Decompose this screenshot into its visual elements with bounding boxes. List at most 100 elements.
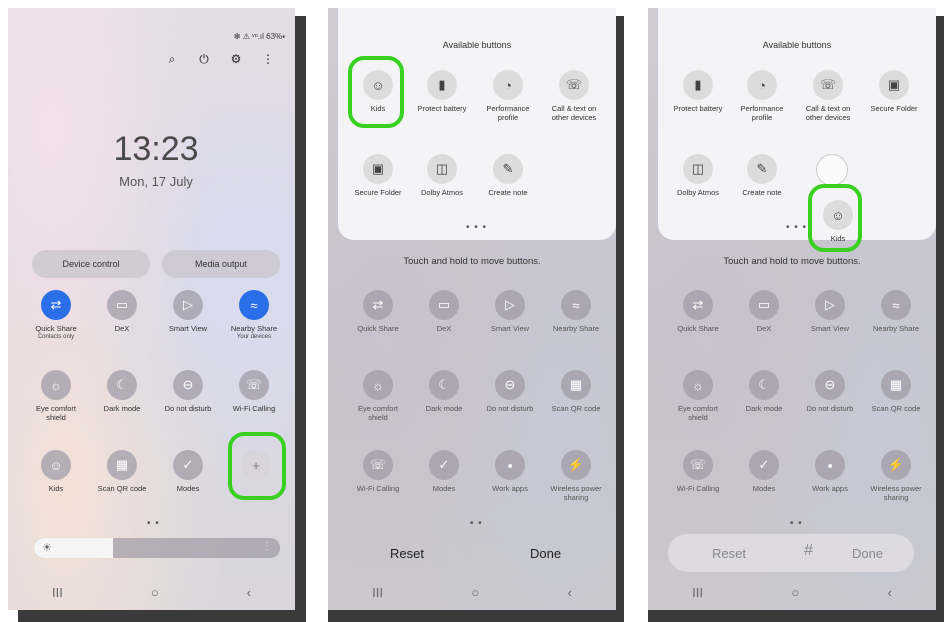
- tile-label: DeX: [114, 324, 130, 333]
- tile-label: Call & text on other devices: [805, 104, 851, 122]
- tile-quick-share[interactable]: ⇄ Quick Share Contacts only: [26, 290, 86, 341]
- tile-dex[interactable]: ▭ DeX: [734, 290, 794, 333]
- dnd-icon: ⊖: [815, 370, 845, 400]
- eye-comfort-icon: ☼: [363, 370, 393, 400]
- tile-wireless-power-sharing[interactable]: ⚡ Wireless power sharing: [866, 450, 926, 502]
- tile-do-not-disturb[interactable]: ⊖ Do not disturb: [800, 370, 860, 413]
- tile-wi-fi-calling[interactable]: ☏ Wi-Fi Calling: [224, 370, 284, 413]
- tile-dolby-atmos[interactable]: ◫ Dolby Atmos: [412, 154, 472, 197]
- tile-modes[interactable]: ✓ Modes: [158, 450, 218, 493]
- tile-quick-share[interactable]: ⇄ Quick Share: [668, 290, 728, 333]
- device-control-button[interactable]: Device control: [32, 250, 150, 278]
- tile-protect-battery[interactable]: ▮ Protect battery: [412, 70, 472, 113]
- tile-nearby-share[interactable]: ≈ Nearby Share: [546, 290, 606, 333]
- recents-button[interactable]: III: [692, 585, 703, 600]
- tile-kids[interactable]: ☺ Kids: [26, 450, 86, 493]
- tile-eye-comfort-shield[interactable]: ☼ Eye comfort shield: [26, 370, 86, 422]
- tile-dex[interactable]: ▭ DeX: [414, 290, 474, 333]
- tile-call-text-on-other-devices[interactable]: ☏ Call & text on other devices: [544, 70, 604, 122]
- tile-scan-qr-code[interactable]: ▦ Scan QR code: [92, 450, 152, 493]
- tile-label: DeX: [436, 324, 452, 333]
- tile-dolby-atmos[interactable]: ◫ Dolby Atmos: [668, 154, 728, 197]
- tile-smart-view[interactable]: ▷ Smart View: [800, 290, 860, 333]
- tile-wi-fi-calling[interactable]: ☏ Wi-Fi Calling: [348, 450, 408, 493]
- tile-eye-comfort-shield[interactable]: ☼ Eye comfort shield: [348, 370, 408, 422]
- tile-scan-qr-code[interactable]: ▦ Scan QR code: [546, 370, 606, 413]
- home-button[interactable]: ○: [151, 585, 159, 600]
- tile-work-apps[interactable]: ▪ Work apps: [480, 450, 540, 493]
- back-button[interactable]: ‹: [567, 585, 571, 600]
- tile-label: Modes: [432, 484, 456, 493]
- tile-dark-mode[interactable]: ☾ Dark mode: [734, 370, 794, 413]
- tile-dark-mode[interactable]: ☾ Dark mode: [92, 370, 152, 413]
- tile-label: Dark mode: [425, 404, 463, 413]
- back-button[interactable]: ‹: [247, 585, 251, 600]
- tile-label: Modes: [752, 484, 776, 493]
- nearby-share-icon: ≈: [881, 290, 911, 320]
- tile-wireless-power-sharing[interactable]: ⚡ Wireless power sharing: [546, 450, 606, 502]
- tile-scan-qr-code[interactable]: ▦ Scan QR code: [866, 370, 926, 413]
- available-buttons-panel: Available buttons ▮ Protect battery ◔ Perfo…: [658, 8, 936, 240]
- tile-call-text-on-other-devices[interactable]: ☏ Call & text on other devices: [798, 70, 858, 122]
- navigation-bar: III ○ ‹: [328, 582, 616, 602]
- nearby-share-icon: ≈: [561, 290, 591, 320]
- tile-secure-folder[interactable]: ▣ Secure Folder: [348, 154, 408, 197]
- available-buttons-title: Available buttons: [762, 40, 832, 50]
- tile-nearby-share[interactable]: ≈ Nearby Share: [866, 290, 926, 333]
- tile-label: Scan QR code: [551, 404, 601, 413]
- media-output-button[interactable]: Media output: [162, 250, 280, 278]
- tile-label: Work apps: [812, 484, 848, 493]
- tile-label: Protect battery: [417, 104, 467, 113]
- tile-label: Scan QR code: [97, 484, 147, 493]
- home-button[interactable]: ○: [791, 585, 799, 600]
- tile-label: Scan QR code: [871, 404, 921, 413]
- share-icon: ⇄: [363, 290, 393, 320]
- tile-modes[interactable]: ✓ Modes: [734, 450, 794, 493]
- tile-label: Wi-Fi Calling: [232, 404, 276, 413]
- moon-icon: ☾: [429, 370, 459, 400]
- reset-button[interactable]: Reset: [712, 546, 746, 561]
- tile-work-apps[interactable]: ▪ Work apps: [800, 450, 860, 493]
- work-apps-icon: ▪: [815, 450, 845, 480]
- tile-label: Dark mode: [745, 404, 783, 413]
- reset-button[interactable]: Reset: [390, 546, 424, 561]
- power-icon[interactable]: ⏻: [196, 52, 212, 67]
- tile-smart-view[interactable]: ▷ Smart View: [480, 290, 540, 333]
- tile-do-not-disturb[interactable]: ⊖ Do not disturb: [480, 370, 540, 413]
- done-button[interactable]: Done: [530, 546, 561, 561]
- tile-do-not-disturb[interactable]: ⊖ Do not disturb: [158, 370, 218, 413]
- tile-smart-view[interactable]: ▷ Smart View: [158, 290, 218, 333]
- tile-performance-profile[interactable]: ◔ Performance profile: [478, 70, 538, 122]
- available-buttons-title: Available buttons: [442, 40, 512, 50]
- tile-dex[interactable]: ▭ DeX: [92, 290, 152, 333]
- wireless-power-icon: ⚡: [561, 450, 591, 480]
- tile-create-note[interactable]: ✎ Create note: [478, 154, 538, 197]
- work-apps-icon: ▪: [495, 450, 525, 480]
- tile-performance-profile[interactable]: ◔ Performance profile: [732, 70, 792, 122]
- instruction-text: Touch and hold to move buttons.: [403, 256, 541, 267]
- tile-nearby-share[interactable]: ≈ Nearby Share Your devices: [224, 290, 284, 341]
- tile-secure-folder[interactable]: ▣ Secure Folder: [864, 70, 924, 113]
- tile-protect-battery[interactable]: ▮ Protect battery: [668, 70, 728, 113]
- tile-wi-fi-calling[interactable]: ☏ Wi-Fi Calling: [668, 450, 728, 493]
- done-button[interactable]: Done: [852, 546, 883, 561]
- tile-quick-share[interactable]: ⇄ Quick Share: [348, 290, 408, 333]
- tile-modes[interactable]: ✓ Modes: [414, 450, 474, 493]
- home-button[interactable]: ○: [471, 585, 479, 600]
- search-icon[interactable]: ⌕: [164, 52, 180, 67]
- tile-subtitle: Contacts only: [37, 334, 75, 340]
- recents-button[interactable]: III: [52, 585, 63, 600]
- back-button[interactable]: ‹: [887, 585, 891, 600]
- tile-dark-mode[interactable]: ☾ Dark mode: [414, 370, 474, 413]
- highlight-add-button: [228, 432, 286, 500]
- more-icon[interactable]: ⋮: [262, 541, 272, 552]
- brightness-slider[interactable]: ☀ ⋮: [34, 538, 280, 558]
- tile-eye-comfort-shield[interactable]: ☼ Eye comfort shield: [668, 370, 728, 422]
- gear-icon[interactable]: ⚙: [228, 52, 244, 66]
- more-icon[interactable]: ⋮: [260, 52, 276, 66]
- performance-icon: ◔: [493, 70, 523, 100]
- tile-label: Quick Share: [357, 324, 399, 333]
- recents-button[interactable]: III: [372, 585, 383, 600]
- status-bar: ✻ ⚠ ᵛᵒ.ıl 63%▪: [233, 32, 285, 41]
- tile-create-note[interactable]: ✎ Create note: [732, 154, 792, 197]
